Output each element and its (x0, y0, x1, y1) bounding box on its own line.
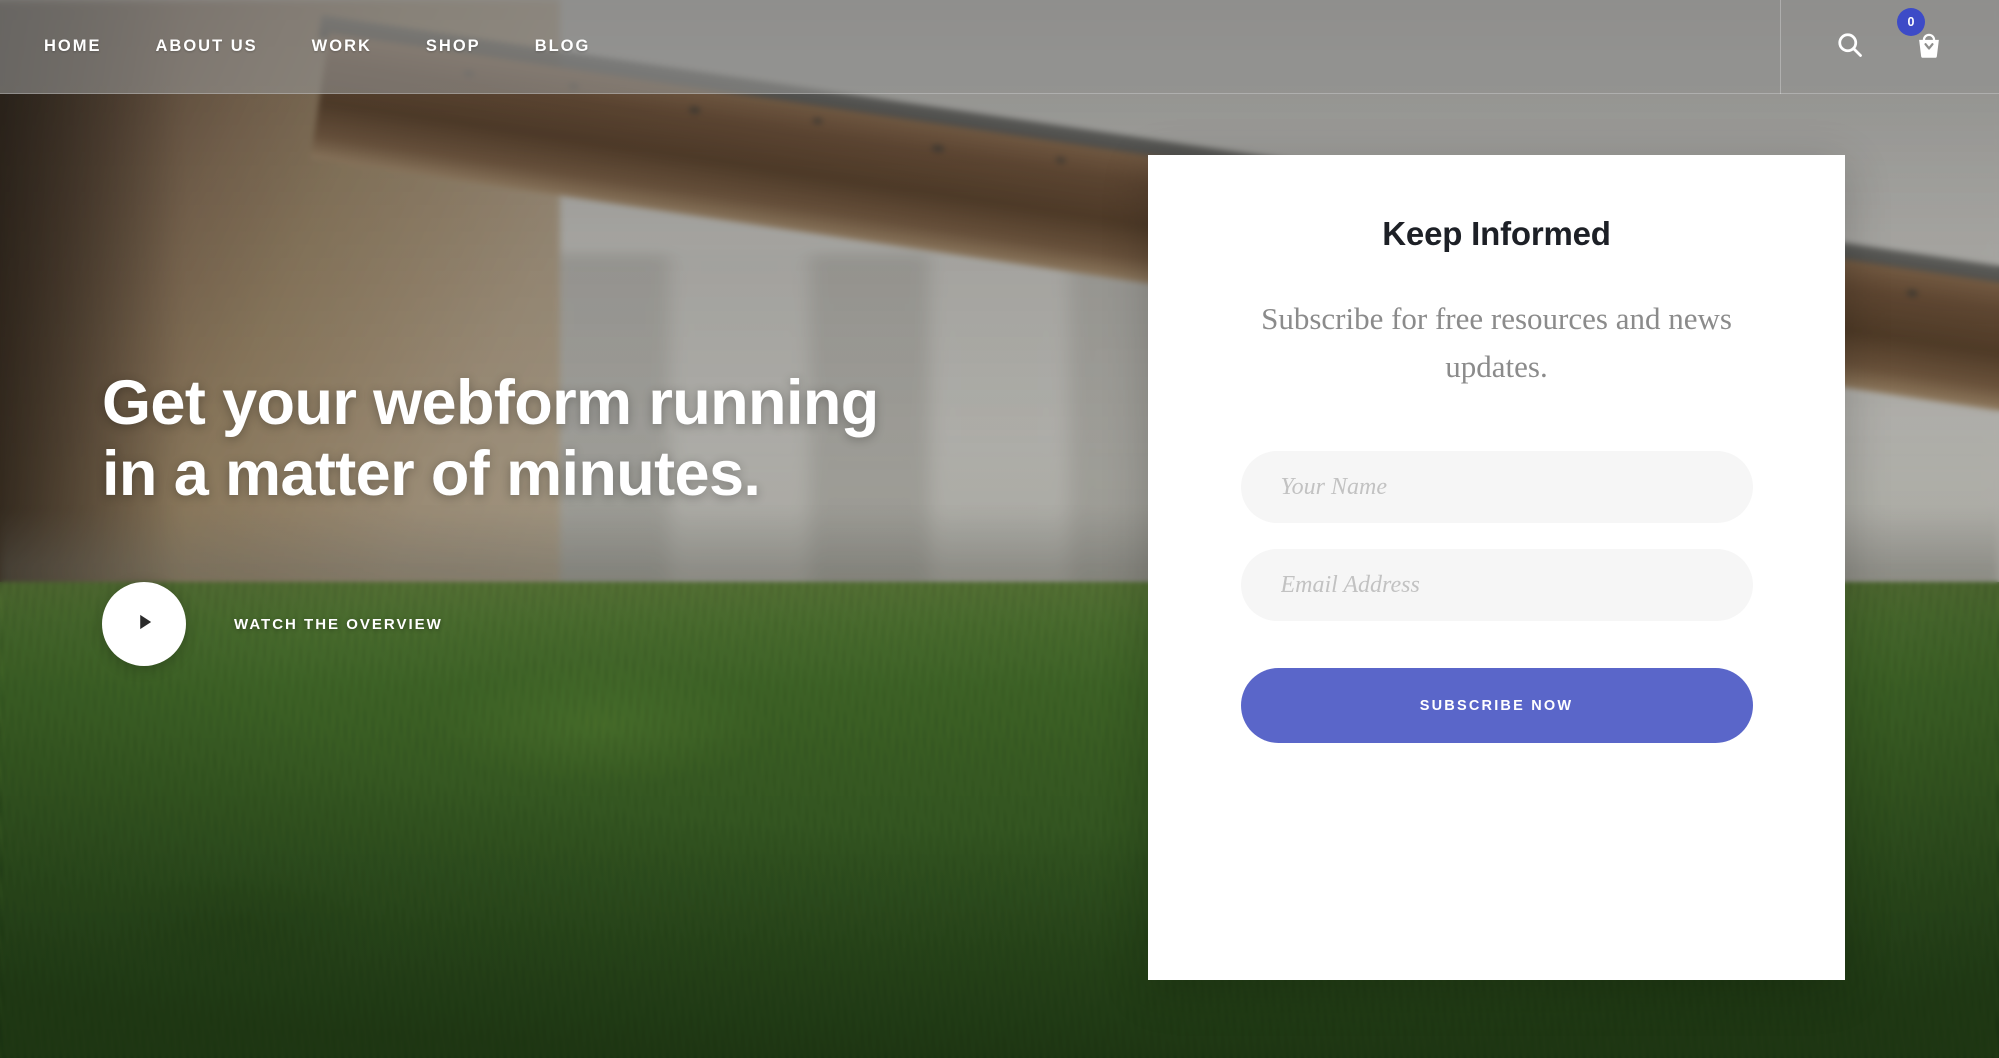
nav-item-blog[interactable]: BLOG (535, 31, 591, 62)
hero-heading-line-2: in a matter of minutes. (102, 439, 761, 510)
hero-heading-line-1: Get your webform running (102, 368, 879, 438)
name-input[interactable] (1240, 451, 1753, 524)
subscribe-card-subtitle: Subscribe for free resources and news up… (1261, 301, 1732, 385)
subscribe-now-button[interactable]: SUBSCRIBE NOW (1240, 668, 1753, 744)
hero-content: Get your webform running in a matter of … (102, 368, 1102, 667)
cart-count-badge: 0 (1897, 7, 1925, 36)
watch-overview-button[interactable]: WATCH THE OVERVIEW (102, 582, 443, 667)
play-triangle-icon (131, 609, 157, 640)
shopping-basket-icon (1913, 29, 1945, 64)
site-header: HOME ABOUT US WORK SHOP BLOG 0 (0, 0, 1999, 94)
watch-overview-label: WATCH THE OVERVIEW (234, 615, 443, 633)
play-button-circle[interactable] (102, 582, 186, 667)
subscribe-card: Keep Informed Subscribe for free resourc… (1148, 155, 1845, 980)
nav-item-home[interactable]: HOME (44, 31, 102, 62)
email-input[interactable] (1240, 549, 1753, 622)
nav-item-about-us[interactable]: ABOUT US (156, 31, 258, 62)
main-navigation: HOME ABOUT US WORK SHOP BLOG (44, 31, 590, 62)
subscribe-card-title: Keep Informed (1382, 215, 1611, 252)
search-button[interactable] (1833, 30, 1867, 64)
subscribe-form: SUBSCRIBE NOW (1240, 451, 1753, 744)
header-actions: 0 (1780, 0, 1999, 94)
nav-item-work[interactable]: WORK (312, 31, 372, 62)
cart-button[interactable]: 0 (1897, 7, 1947, 65)
page-root: HOME ABOUT US WORK SHOP BLOG 0 Get your … (0, 0, 1999, 1058)
search-icon (1835, 30, 1865, 63)
hero-heading: Get your webform running in a matter of … (102, 368, 1102, 510)
header-divider (1780, 0, 1781, 94)
nav-item-shop[interactable]: SHOP (426, 31, 481, 62)
